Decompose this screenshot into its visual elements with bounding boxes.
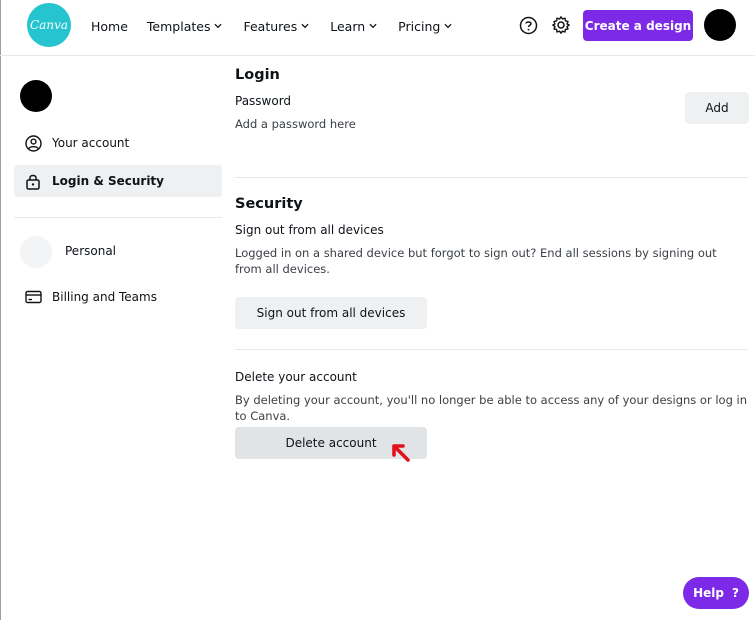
gear-icon[interactable] [551,15,571,35]
signout-button-label: Sign out from all devices [256,306,406,320]
main-nav: Home Templates Features Learn Pricing [91,15,452,37]
chevron-down-icon [214,22,223,30]
sign-out-all-devices-button[interactable]: Sign out from all devices [235,297,427,329]
sidebar-item-label: Login & Security [52,174,164,188]
sidebar-item-personal[interactable]: Personal [65,244,116,258]
question-mark-icon: ? [731,586,739,600]
nav-home-label: Home [91,18,128,34]
top-header: Canva Home Templates Features Learn Pric… [0,0,755,56]
user-circle-icon [24,134,42,152]
delete-account-title: Delete your account [235,370,357,384]
help-label: Help [693,586,724,600]
create-design-button[interactable]: Create a design [583,10,693,41]
delete-button-label: Delete account [285,436,377,450]
nav-templates[interactable]: Templates [147,15,223,37]
nav-features-label: Features [243,18,298,34]
sidebar-divider [14,217,222,218]
credit-card-icon [24,288,42,306]
login-heading: Login [235,67,280,83]
chevron-down-icon [444,22,452,30]
nav-home[interactable]: Home [91,15,128,37]
sidebar-item-billing-teams[interactable]: Billing and Teams [14,281,222,313]
password-label: Password [235,94,292,108]
red-arrow-annotation-icon [392,444,410,462]
team-avatar [20,236,52,268]
nav-features[interactable]: Features [243,15,309,37]
sidebar-item-label: Your account [52,136,130,150]
chevron-down-icon [369,22,377,30]
question-circle-icon[interactable] [519,16,538,35]
nav-learn[interactable]: Learn [330,15,377,37]
lock-icon [24,172,42,190]
nav-pricing-label: Pricing [398,18,441,34]
add-password-button[interactable]: Add [685,92,749,124]
logo-text: Canva [30,18,68,32]
nav-templates-label: Templates [146,18,211,34]
nav-pricing[interactable]: Pricing [398,15,452,37]
password-hint: Add a password here [235,117,356,131]
sidebar-item-login-security[interactable]: Login & Security [14,165,222,197]
help-button[interactable]: Help ? [683,577,749,609]
sidebar-item-label: Billing and Teams [52,290,157,304]
signout-title: Sign out from all devices [235,223,384,237]
canva-logo[interactable]: Canva [27,3,71,47]
section-divider [235,349,748,350]
chevron-down-icon [301,22,309,30]
sidebar-item-your-account[interactable]: Your account [14,127,222,159]
add-button-label: Add [705,101,729,115]
avatar[interactable] [704,9,736,41]
nav-learn-label: Learn [330,18,366,34]
section-divider [235,177,748,178]
create-design-label: Create a design [584,18,692,33]
window-edge [0,0,1,620]
delete-account-description: By deleting your account, you'll no long… [235,393,748,423]
account-avatar [20,80,52,112]
security-heading: Security [235,196,303,212]
signout-description: Logged in on a shared device but forgot … [235,246,717,276]
